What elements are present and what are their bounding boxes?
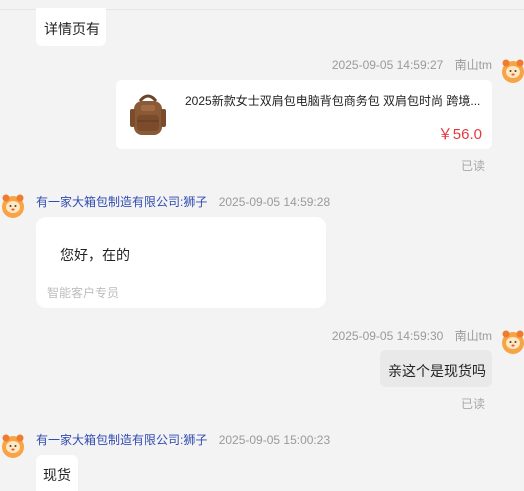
message-time: 2025-09-05 14:59:30 xyxy=(331,329,444,343)
message-meta: 有一家大箱包制造有限公司:狮子 2025-09-05 14:59:28 xyxy=(36,193,330,210)
lion-avatar-icon[interactable] xyxy=(500,57,524,83)
message-meta: 2025-09-05 14:59:30 南山tm xyxy=(332,327,492,344)
message-text: 您好，在的 xyxy=(60,247,130,263)
message-sender-link[interactable]: 有一家大箱包制造有限公司:狮子 xyxy=(36,195,207,209)
message-time: 2025-09-05 14:59:27 xyxy=(331,58,444,72)
message-meta: 2025-09-05 14:59:27 南山tm xyxy=(332,56,492,73)
lion-avatar-icon[interactable] xyxy=(500,328,524,354)
product-card[interactable]: 2025新款女士双肩包电脑背包商务包 双肩包时尚 跨境... ￥56.0 xyxy=(116,80,492,149)
product-title[interactable]: 2025新款女士双肩包电脑背包商务包 双肩包时尚 跨境... xyxy=(185,92,485,109)
read-status: 已读 xyxy=(461,397,486,411)
message-bubble-left: 现货 xyxy=(36,455,78,491)
message-text: 现货 xyxy=(43,467,71,483)
message-bubble-left: 详情页有 xyxy=(36,8,106,46)
message-text: 详情页有 xyxy=(44,21,100,37)
message-time: 2025-09-05 14:59:28 xyxy=(218,195,331,209)
message-meta: 有一家大箱包制造有限公司:狮子 2025-09-05 15:00:23 xyxy=(36,431,330,448)
product-image[interactable] xyxy=(128,91,168,139)
read-status: 已读 xyxy=(461,159,486,173)
message-sender: 南山tm xyxy=(454,58,492,72)
message-text: 亲这个是现货吗 xyxy=(388,363,486,379)
message-footer: 智能客户专员 xyxy=(47,286,120,300)
message-card-left: 您好，在的 智能客户专员 xyxy=(36,217,326,308)
message-bubble-right: 亲这个是现货吗 xyxy=(380,350,492,387)
message-sender-link[interactable]: 有一家大箱包制造有限公司:狮子 xyxy=(36,433,207,447)
product-price: ￥56.0 xyxy=(437,126,482,143)
lion-avatar-icon[interactable] xyxy=(0,432,26,458)
message-sender: 南山tm xyxy=(454,329,492,343)
message-time: 2025-09-05 15:00:23 xyxy=(218,433,331,447)
lion-avatar-icon[interactable] xyxy=(0,192,26,218)
